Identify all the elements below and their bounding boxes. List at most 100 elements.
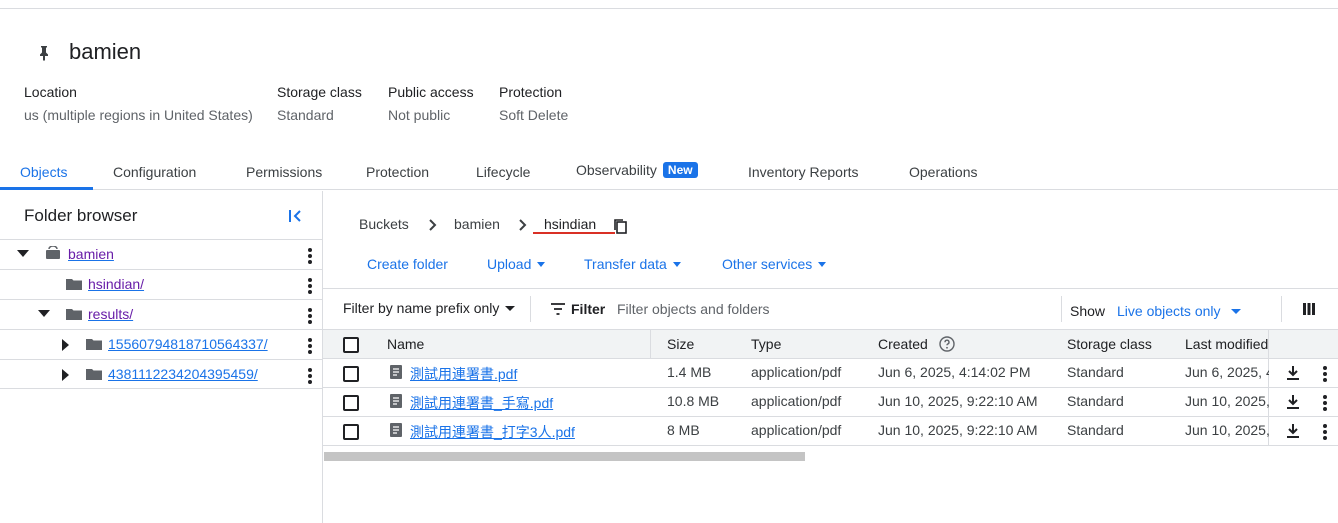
- file-size: 10.8 MB: [667, 393, 720, 409]
- tab-permissions[interactable]: Permissions: [246, 164, 322, 180]
- tab-lifecycle[interactable]: Lifecycle: [476, 164, 530, 180]
- tree-item-bamien[interactable]: bamien: [0, 239, 322, 269]
- breadcrumb-current: hsindian: [544, 216, 597, 232]
- file-type: application/pdf: [751, 364, 842, 380]
- download-icon[interactable]: [1286, 423, 1300, 439]
- more-options-icon[interactable]: [308, 368, 312, 384]
- show-dropdown[interactable]: Live objects only: [1117, 303, 1241, 319]
- select-all-checkbox[interactable]: [343, 337, 359, 353]
- tree-item-label[interactable]: results/: [88, 306, 133, 322]
- file-created: Jun 10, 2025, 9:22:10 AM: [878, 422, 1038, 438]
- tree-item-label[interactable]: 15560794818710564337/: [108, 336, 268, 352]
- tab-objects[interactable]: Objects: [20, 164, 67, 180]
- bucket-icon: [46, 246, 60, 259]
- tree-item-folder-2[interactable]: 4381112234204395459/: [0, 359, 322, 389]
- tree-item-results[interactable]: results/: [0, 299, 322, 329]
- upload-label: Upload: [487, 256, 532, 272]
- active-tab-indicator: [0, 187, 93, 190]
- create-folder-button[interactable]: Create folder: [367, 256, 448, 272]
- more-options-icon[interactable]: [308, 308, 312, 324]
- tab-observability[interactable]: Observability New: [576, 162, 698, 178]
- column-header-type[interactable]: Type: [751, 336, 781, 352]
- more-options-icon[interactable]: [1323, 366, 1327, 382]
- folder-browser-title: Folder browser: [24, 206, 138, 225]
- tree-item-label[interactable]: 4381112234204395459/: [108, 366, 258, 382]
- tree-item-hsindian[interactable]: hsindian/: [0, 269, 322, 299]
- breadcrumb-bamien[interactable]: bamien: [454, 216, 500, 232]
- caret-down-icon[interactable]: [17, 250, 29, 257]
- chevron-down-icon: [505, 306, 516, 311]
- chevron-down-icon: [818, 262, 827, 267]
- meta-protection-value: Soft Delete: [499, 107, 569, 123]
- file-storage-class: Standard: [1067, 364, 1124, 380]
- filter-label: Filter: [571, 301, 606, 317]
- caret-right-icon[interactable]: [62, 339, 69, 351]
- more-options-icon[interactable]: [1323, 424, 1327, 440]
- other-services-label: Other services: [722, 256, 813, 272]
- file-type: application/pdf: [751, 422, 842, 438]
- tab-configuration[interactable]: Configuration: [113, 164, 196, 180]
- folder-icon: [66, 309, 82, 320]
- file-name-link[interactable]: 測試用連署書_打字3人.pdf: [410, 422, 575, 442]
- tab-protection[interactable]: Protection: [366, 164, 429, 180]
- column-header-storage-class[interactable]: Storage class: [1067, 336, 1152, 352]
- row-checkbox[interactable]: [343, 395, 359, 411]
- more-options-icon[interactable]: [308, 338, 312, 354]
- help-icon[interactable]: [939, 336, 955, 352]
- meta-storage-label: Storage class: [277, 84, 362, 100]
- upload-dropdown[interactable]: Upload: [487, 256, 546, 272]
- divider: [1281, 296, 1282, 322]
- show-label: Show: [1070, 303, 1106, 319]
- folder-icon: [86, 369, 102, 380]
- caret-down-icon[interactable]: [38, 310, 50, 317]
- file-created: Jun 6, 2025, 4:14:02 PM: [878, 364, 1031, 380]
- other-services-dropdown[interactable]: Other services: [722, 256, 827, 272]
- tree-item-label[interactable]: bamien: [68, 246, 114, 262]
- column-divider: [650, 330, 651, 359]
- folder-icon: [66, 279, 82, 290]
- meta-storage-value: Standard: [277, 107, 334, 123]
- file-icon: [390, 365, 402, 379]
- copy-icon[interactable]: [613, 218, 628, 235]
- file-last-modified: Jun 10, 2025,: [1185, 393, 1269, 409]
- column-header-created[interactable]: Created: [878, 336, 928, 352]
- file-storage-class: Standard: [1067, 393, 1124, 409]
- more-options-icon[interactable]: [308, 248, 312, 264]
- caret-right-icon[interactable]: [62, 369, 69, 381]
- chevron-down-icon: [1230, 309, 1241, 314]
- more-options-icon[interactable]: [308, 278, 312, 294]
- collapse-panel-icon[interactable]: [287, 207, 305, 225]
- download-icon[interactable]: [1286, 365, 1300, 381]
- download-icon[interactable]: [1286, 394, 1300, 410]
- tree-item-label[interactable]: hsindian/: [88, 276, 144, 292]
- filter-input[interactable]: [617, 300, 1047, 318]
- meta-access-value: Not public: [388, 107, 451, 123]
- tab-observability-label: Observability: [576, 162, 657, 178]
- file-name-link[interactable]: 測試用連署書.pdf: [410, 364, 517, 384]
- chevron-down-icon: [672, 262, 681, 267]
- tab-inventory-reports[interactable]: Inventory Reports: [748, 164, 859, 180]
- more-options-icon[interactable]: [1323, 395, 1327, 411]
- file-storage-class: Standard: [1067, 422, 1124, 438]
- divider: [530, 296, 531, 322]
- column-display-icon[interactable]: [1303, 303, 1315, 315]
- column-header-last-modified[interactable]: Last modified: [1185, 336, 1269, 352]
- tree-item-folder-1[interactable]: 15560794818710564337/: [0, 329, 322, 359]
- file-icon: [390, 423, 402, 437]
- file-name-link[interactable]: 測試用連署書_手寫.pdf: [410, 393, 553, 413]
- row-checkbox[interactable]: [343, 424, 359, 440]
- transfer-data-dropdown[interactable]: Transfer data: [584, 256, 681, 272]
- chevron-right-icon: [519, 219, 527, 231]
- folder-icon: [86, 339, 102, 350]
- horizontal-scrollbar[interactable]: [324, 452, 805, 461]
- column-header-name[interactable]: Name: [387, 336, 424, 352]
- divider: [1061, 296, 1062, 322]
- pin-icon[interactable]: [36, 44, 52, 62]
- tab-operations[interactable]: Operations: [909, 164, 977, 180]
- filter-prefix-dropdown[interactable]: Filter by name prefix only: [343, 300, 516, 316]
- column-header-size[interactable]: Size: [667, 336, 694, 352]
- row-checkbox[interactable]: [343, 366, 359, 382]
- meta-location-label: Location: [24, 84, 77, 100]
- breadcrumb-buckets[interactable]: Buckets: [359, 216, 409, 232]
- file-size: 8 MB: [667, 422, 700, 438]
